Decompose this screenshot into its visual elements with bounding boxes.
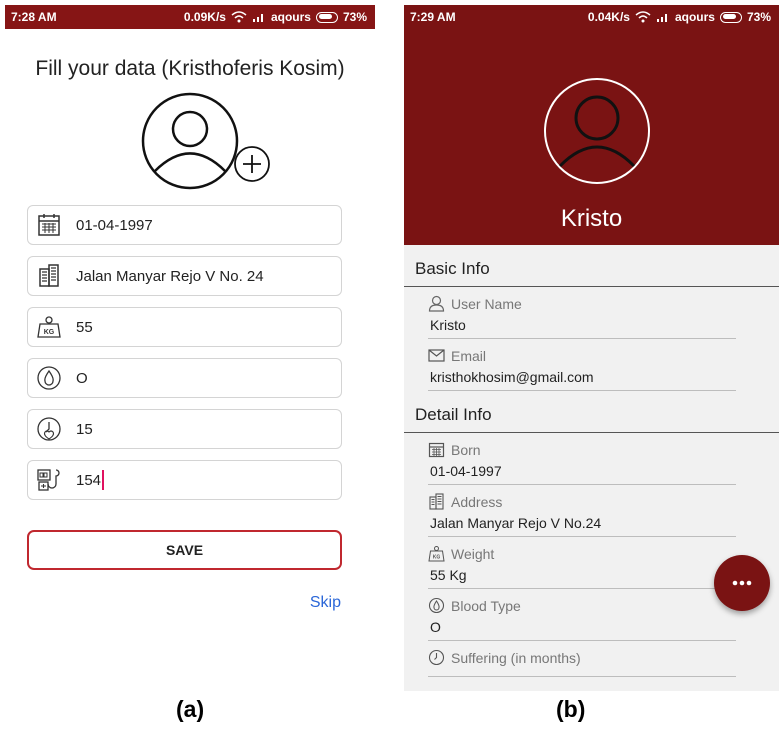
heart-timer-icon <box>428 649 445 666</box>
battery-percent: 73% <box>342 10 367 24</box>
suffering-months-input[interactable]: 15 <box>76 421 341 438</box>
info-label-text: User Name <box>451 295 522 312</box>
network-speed: 0.04K/s <box>587 10 630 24</box>
info-label-text: Blood Type <box>451 597 521 614</box>
address-input[interactable]: Jalan Manyar Rejo V No. 24 <box>76 268 341 285</box>
blood-drop-icon <box>37 366 61 390</box>
user-avatar-icon <box>141 92 239 190</box>
status-bar: 7:28 AM 0.09K/s aqours 73% <box>5 5 375 29</box>
info-label-text: Weight <box>451 545 495 562</box>
info-value: Kristo <box>428 312 736 339</box>
info-value: 55 Kg <box>428 562 736 589</box>
add-photo-icon[interactable] <box>233 145 271 183</box>
weight-scale-icon: KG <box>37 316 61 338</box>
info-item-username: User Name Kristo <box>428 287 736 339</box>
weight-scale-icon: KG <box>428 546 445 562</box>
avatar[interactable] <box>140 91 270 191</box>
status-bar: 7:29 AM 0.04K/s aqours 73% <box>404 5 779 29</box>
more-options-button[interactable] <box>714 555 770 611</box>
blood-pressure-input[interactable]: 154 <box>76 472 101 489</box>
info-value <box>428 666 736 677</box>
skip-link[interactable]: Skip <box>310 594 341 612</box>
info-item-suffering: Suffering (in months) <box>428 641 736 677</box>
address-field[interactable]: Jalan Manyar Rejo V No. 24 <box>27 256 342 296</box>
caption-b: (b) <box>556 696 586 722</box>
wifi-icon <box>635 11 651 23</box>
info-value: 01-04-1997 <box>428 458 736 485</box>
info-item-born: Born 01-04-1997 <box>428 433 736 485</box>
info-item-blood-type: Blood Type O <box>428 589 736 641</box>
weight-input[interactable]: 55 <box>76 319 341 336</box>
info-label-text: Email <box>451 347 487 364</box>
battery-icon <box>719 11 742 23</box>
caption-a: (a) <box>176 696 205 722</box>
profile-name: Kristo <box>560 205 623 232</box>
info-item-email: Email kristhokhosim@gmail.com <box>428 339 736 391</box>
weight-field[interactable]: KG 55 <box>27 307 342 347</box>
info-item-address: Address Jalan Manyar Rejo V No.24 <box>428 485 736 537</box>
user-icon <box>428 295 445 312</box>
info-label-text: Address <box>451 493 503 510</box>
birthdate-field[interactable]: 01-04-1997 <box>27 205 342 245</box>
info-value: kristhokhosim@gmail.com <box>428 364 736 391</box>
blood-pressure-field[interactable]: 154 <box>27 460 342 500</box>
more-options-icon <box>732 580 752 586</box>
text-caret <box>102 470 105 490</box>
user-avatar-icon <box>544 78 650 184</box>
info-value: Jalan Manyar Rejo V No.24 <box>428 510 736 537</box>
calendar-icon <box>428 442 445 458</box>
birthdate-input[interactable]: 01-04-1997 <box>76 217 341 234</box>
heart-timer-icon <box>37 417 61 441</box>
wifi-icon <box>231 11 247 23</box>
profile-header: Kristo <box>404 29 779 245</box>
building-icon <box>39 264 59 287</box>
battery-percent: 73% <box>746 10 771 24</box>
signal-icon <box>656 14 667 22</box>
blood-type-input[interactable]: O <box>76 370 341 387</box>
save-button[interactable]: SAVE <box>27 530 342 570</box>
screen-a-fill-data: 7:28 AM 0.09K/s aqours 73% Fill your dat… <box>5 5 375 691</box>
blood-pressure-icon <box>37 469 60 491</box>
info-label-text: Born <box>451 441 481 458</box>
profile-form: 01-04-1997 Jalan Manyar Rejo V No. 24 KG… <box>27 205 342 511</box>
info-item-weight: KG Weight 55 Kg <box>428 537 736 589</box>
suffering-months-field[interactable]: 15 <box>27 409 342 449</box>
info-value: O <box>428 614 736 641</box>
battery-icon <box>315 11 338 23</box>
carrier-name: aqours <box>270 10 311 24</box>
page-title: Fill your data (Kristhoferis Kosim) <box>35 57 345 80</box>
info-label-text: Suffering (in months) <box>451 649 581 666</box>
svg-text:KG: KG <box>44 329 55 336</box>
status-time: 7:29 AM <box>410 10 456 24</box>
section-title-detail-info: Detail Info <box>404 391 779 433</box>
signal-icon <box>252 14 263 22</box>
calendar-icon <box>38 214 60 236</box>
network-speed: 0.09K/s <box>183 10 226 24</box>
building-icon <box>429 493 444 510</box>
screen-b-profile: 7:29 AM 0.04K/s aqours 73% Kristo Basic … <box>404 5 779 691</box>
mail-icon <box>428 349 445 362</box>
section-title-basic-info: Basic Info <box>404 245 779 287</box>
carrier-name: aqours <box>674 10 715 24</box>
svg-text:KG: KG <box>433 555 441 561</box>
status-time: 7:28 AM <box>11 10 57 24</box>
blood-drop-icon <box>428 597 445 614</box>
blood-type-field[interactable]: O <box>27 358 342 398</box>
